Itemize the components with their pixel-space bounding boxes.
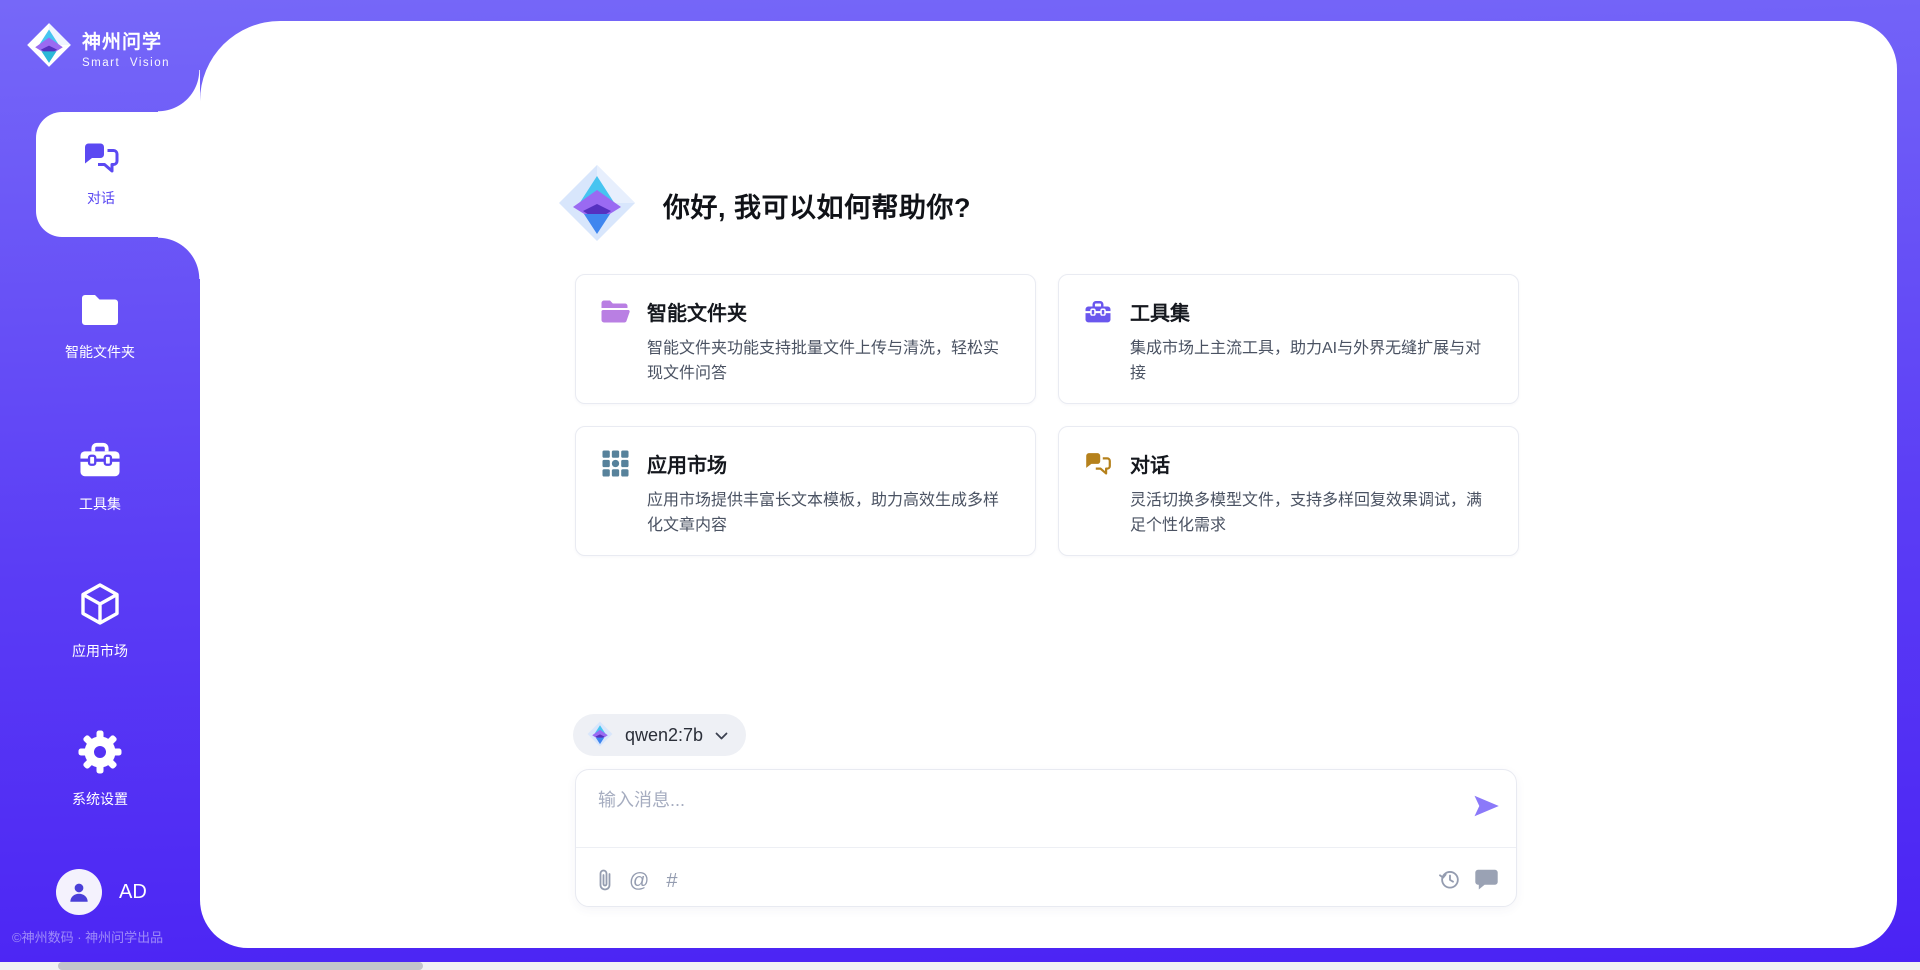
message-input[interactable] (598, 786, 1438, 842)
feature-cards: 智能文件夹 智能文件夹功能支持批量文件上传与清洗，轻松实现文件问答 工具集 集成… (575, 274, 1519, 556)
brand-subtitle: Smart Vision (82, 57, 170, 69)
sidebar-item-label: 智能文件夹 (65, 342, 135, 362)
scrollbar-thumb[interactable] (58, 962, 423, 970)
card-chat[interactable]: 对话 灵活切换多模型文件，支持多样回复效果调试，满足个性化需求 (1058, 426, 1519, 556)
model-selector[interactable]: qwen2:7b (573, 714, 746, 756)
sidebar-item-smart-folder[interactable]: 智能文件夹 (0, 292, 200, 362)
sidebar: 神州问学 Smart Vision 对话 智能文件夹 (0, 0, 200, 970)
model-diamond-logo-icon (587, 721, 613, 750)
send-button[interactable] (1473, 794, 1500, 821)
card-description: 应用市场提供丰富长文本模板，助力高效生成多样化文章内容 (647, 488, 1011, 538)
cube-icon (77, 581, 123, 632)
card-title: 应用市场 (647, 449, 727, 478)
history-button[interactable] (1438, 868, 1461, 894)
grid-icon (600, 450, 630, 477)
composer-toolbar: @ # (598, 862, 1498, 900)
mention-button[interactable]: @ (629, 870, 649, 893)
card-app-market[interactable]: 应用市场 应用市场提供丰富长文本模板，助力高效生成多样化文章内容 (575, 426, 1036, 556)
chat-bubbles-icon (82, 141, 120, 179)
card-title: 对话 (1130, 449, 1170, 478)
gear-icon (77, 729, 123, 780)
comment-icon (1475, 869, 1498, 893)
send-icon (1473, 806, 1500, 821)
card-title: 工具集 (1130, 297, 1190, 326)
toolbox-icon (1083, 299, 1113, 325)
card-toolset[interactable]: 工具集 集成市场上主流工具，助力AI与外界无缝扩展与对接 (1058, 274, 1519, 404)
brand-diamond-logo-icon (26, 22, 72, 73)
card-description: 灵活切换多模型文件，支持多样回复效果调试，满足个性化需求 (1130, 488, 1494, 538)
mention-icon: @ (629, 870, 649, 893)
sidebar-item-label: 对话 (87, 188, 115, 208)
card-description: 智能文件夹功能支持批量文件上传与清洗，轻松实现文件问答 (647, 336, 1011, 386)
folder-icon (79, 292, 121, 333)
folder-open-icon (600, 299, 630, 324)
sidebar-footer: ©神州数码 · 神州问学出品 (12, 927, 163, 946)
user-profile[interactable]: AD (56, 869, 147, 915)
brand-name: 神州问学 (82, 27, 170, 54)
attach-file-button[interactable] (598, 868, 612, 895)
greeting: 你好, 我可以如何帮助你? (557, 163, 971, 248)
sidebar-item-toolset[interactable]: 工具集 (0, 440, 200, 514)
brand: 神州问学 Smart Vision (26, 22, 170, 73)
greeting-text: 你好, 我可以如何帮助你? (663, 186, 971, 225)
user-name: AD (119, 881, 147, 904)
sidebar-item-chat[interactable]: 对话 (36, 112, 200, 237)
hashtag-button[interactable]: # (666, 870, 677, 893)
card-title: 智能文件夹 (647, 297, 747, 326)
sidebar-item-label: 工具集 (79, 494, 121, 514)
sidebar-item-app-market[interactable]: 应用市场 (0, 581, 200, 661)
card-description: 集成市场上主流工具，助力AI与外界无缝扩展与对接 (1130, 336, 1494, 386)
tab-concave-top (158, 70, 200, 112)
comment-button[interactable] (1475, 869, 1498, 893)
card-smart-folder[interactable]: 智能文件夹 智能文件夹功能支持批量文件上传与清洗，轻松实现文件问答 (575, 274, 1036, 404)
avatar (56, 869, 102, 915)
chevron-down-icon (715, 728, 728, 743)
hashtag-icon: # (666, 870, 677, 893)
composer-divider (576, 847, 1516, 848)
paperclip-icon (598, 868, 612, 895)
history-icon (1438, 868, 1461, 894)
sidebar-item-settings[interactable]: 系统设置 (0, 729, 200, 809)
horizontal-scrollbar[interactable] (0, 962, 1920, 970)
sidebar-item-label: 应用市场 (72, 641, 128, 661)
sidebar-item-label: 系统设置 (72, 789, 128, 809)
chat-bubbles-icon (1083, 451, 1113, 476)
composer: @ # (575, 769, 1517, 907)
toolbox-icon (78, 440, 122, 485)
tab-concave-bottom (158, 237, 200, 279)
greeting-diamond-logo-icon (557, 163, 637, 248)
model-name: qwen2:7b (625, 725, 703, 746)
